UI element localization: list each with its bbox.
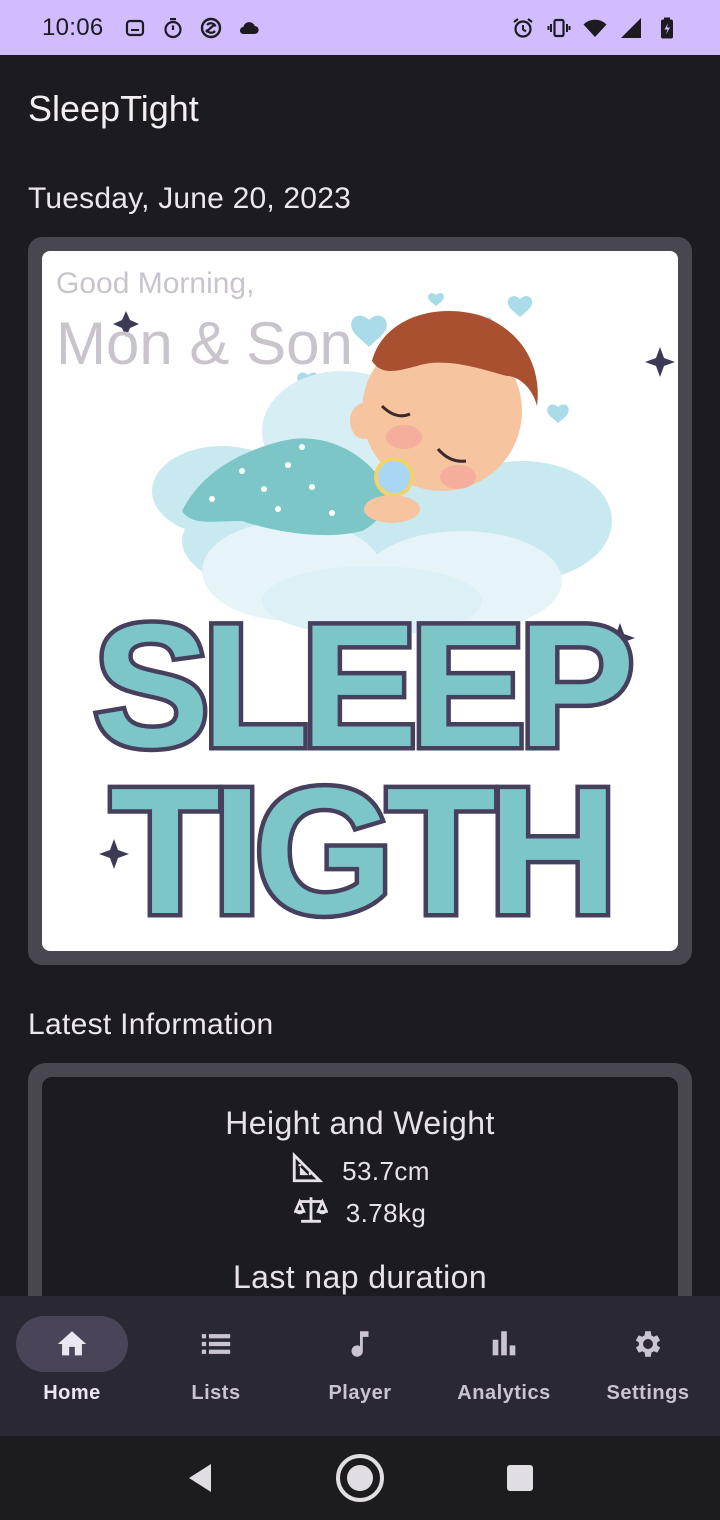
height-value: 53.7cm xyxy=(342,1156,430,1186)
nav-home[interactable]: Home xyxy=(0,1296,144,1436)
greeting-text: Good Morning, xyxy=(56,267,255,300)
notification-card-icon xyxy=(122,15,148,41)
hero-card: SLEEP TIGTH Good Morning, Mon & Son xyxy=(28,237,692,965)
nav-player-label: Player xyxy=(328,1382,392,1404)
gear-icon xyxy=(635,1331,661,1357)
wifi-icon xyxy=(582,15,608,41)
list-icon xyxy=(201,1334,231,1354)
signal-icon xyxy=(618,15,644,41)
bar-chart-icon xyxy=(492,1331,516,1356)
nav-player-indicator xyxy=(304,1316,416,1372)
bottom-navigation: Home Lists Player Analytics Settings xyxy=(0,1296,720,1436)
user-name: Mon & Son xyxy=(56,310,353,377)
home-icon xyxy=(57,1331,87,1356)
date-label: Tuesday, June 20, 2023 xyxy=(28,182,351,215)
height-row: 53.7cm xyxy=(42,1151,678,1192)
back-button[interactable] xyxy=(172,1450,228,1506)
nav-player[interactable]: Player xyxy=(288,1296,432,1436)
hero-image: SLEEP TIGTH Good Morning, Mon & Son xyxy=(42,251,678,951)
app-title: SleepTight xyxy=(28,88,199,129)
alarm-icon xyxy=(510,15,536,41)
status-bar: 10:06 xyxy=(0,0,720,55)
scale-icon xyxy=(293,1193,329,1234)
battery-icon xyxy=(654,15,680,41)
nav-analytics-indicator xyxy=(448,1316,560,1372)
back-triangle-icon xyxy=(189,1464,211,1492)
weight-row: 3.78kg xyxy=(42,1193,678,1234)
height-weight-title: Height and Weight xyxy=(225,1105,495,1141)
nav-lists-indicator xyxy=(160,1316,272,1372)
vibrate-icon xyxy=(546,15,572,41)
nav-home-indicator xyxy=(16,1316,128,1372)
nav-analytics-label: Analytics xyxy=(457,1382,551,1404)
nav-lists-label: Lists xyxy=(191,1382,241,1404)
home-circle-icon xyxy=(336,1454,384,1502)
nav-settings[interactable]: Settings xyxy=(576,1296,720,1436)
last-nap-title: Last nap duration xyxy=(232,1259,488,1295)
ruler-triangle-icon xyxy=(290,1151,324,1192)
nav-home-label: Home xyxy=(43,1382,101,1404)
cloud-icon xyxy=(236,15,262,41)
latest-info-card: Height and Weight 53.7cm 3.78kg Last nap… xyxy=(28,1063,692,1337)
nav-settings-label: Settings xyxy=(606,1382,690,1404)
recents-square-icon xyxy=(507,1465,533,1491)
status-right-icons xyxy=(510,15,680,41)
home-system-button[interactable] xyxy=(332,1450,388,1506)
nav-analytics[interactable]: Analytics xyxy=(432,1296,576,1436)
nav-settings-indicator xyxy=(592,1316,704,1372)
recents-button[interactable] xyxy=(492,1450,548,1506)
latest-information-title: Latest Information xyxy=(28,1008,274,1041)
stopwatch-icon xyxy=(160,15,186,41)
sync-icon xyxy=(198,15,224,41)
logo-text-tigth: TIGTH xyxy=(110,751,610,951)
system-navigation-bar xyxy=(0,1436,720,1520)
status-left-icons xyxy=(122,15,262,41)
nav-lists[interactable]: Lists xyxy=(144,1296,288,1436)
status-time: 10:06 xyxy=(42,13,104,41)
music-note-icon xyxy=(351,1331,369,1357)
weight-value: 3.78kg xyxy=(345,1198,427,1228)
